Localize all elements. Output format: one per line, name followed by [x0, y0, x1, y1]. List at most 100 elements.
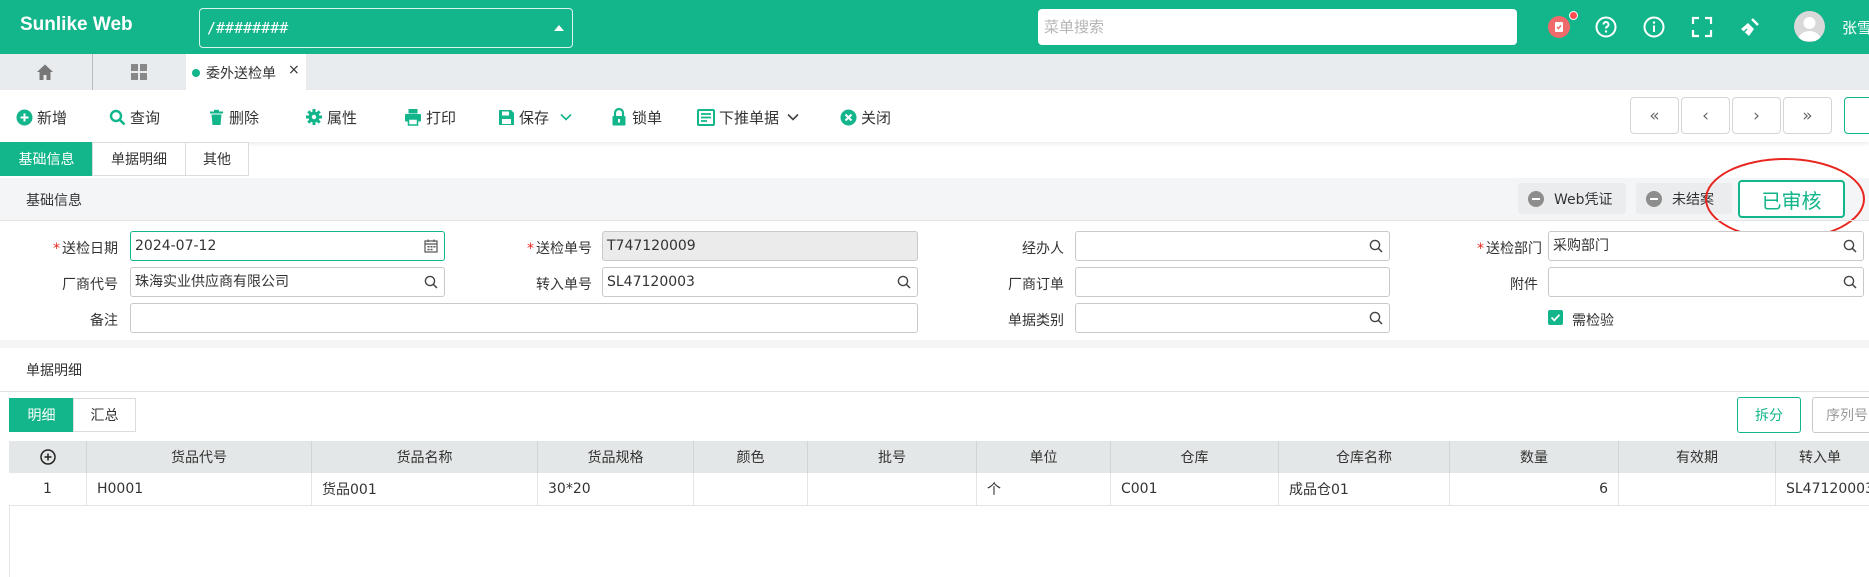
properties-button[interactable]: 属性: [305, 106, 357, 128]
notification-icon[interactable]: [1547, 15, 1571, 39]
close-tab-icon[interactable]: ×: [288, 62, 300, 78]
save-icon: [497, 108, 515, 126]
cell-color[interactable]: [694, 473, 808, 505]
inspect-dept-field[interactable]: 采购部门: [1548, 231, 1864, 261]
remark-label: 备注: [90, 313, 118, 329]
push-down-button[interactable]: 下推单据: [697, 106, 799, 128]
doc-type-label: 单据类别: [1008, 313, 1064, 329]
inspect-no-label: * 送检单号: [527, 241, 592, 257]
print-button[interactable]: 打印: [404, 106, 456, 128]
chevron-down-icon[interactable]: [560, 113, 572, 121]
section-tabs: 基础信息 单据明细 其他: [0, 142, 249, 178]
tab-other[interactable]: 其他: [185, 142, 249, 176]
vendor-code-field[interactable]: 珠海实业供应商有限公司: [130, 267, 445, 297]
vendor-order-label: 厂商订单: [1008, 277, 1064, 293]
remark-field[interactable]: [130, 303, 918, 333]
tab-detail[interactable]: 单据明细: [92, 142, 186, 176]
search-icon: [424, 275, 438, 289]
web-voucher-chip[interactable]: Web凭证: [1518, 183, 1626, 214]
search-icon: [1843, 275, 1857, 289]
top-bar: Sunlike Web /######## 张雪: [0, 0, 1869, 54]
column-header[interactable]: 货品代号: [87, 441, 312, 473]
cell-quantity[interactable]: 6: [1450, 473, 1619, 505]
attachment-label: 附件: [1510, 277, 1538, 293]
column-header[interactable]: 数量: [1450, 441, 1619, 473]
need-inspection-checkbox[interactable]: [1548, 310, 1563, 325]
delete-button[interactable]: 删除: [207, 106, 259, 128]
close-label: 关闭: [861, 108, 892, 127]
attachment-field[interactable]: [1548, 267, 1864, 297]
approved-stamp: 已审核: [1738, 180, 1845, 218]
cell-unit[interactable]: 个: [977, 473, 1111, 505]
username[interactable]: 张雪: [1842, 17, 1869, 38]
tab-detail-lines[interactable]: 明细: [9, 398, 74, 432]
cell-warehouse[interactable]: C001: [1111, 473, 1279, 505]
info-icon[interactable]: [1642, 15, 1666, 39]
column-header[interactable]: 货品规格: [538, 441, 694, 473]
cell-code[interactable]: H0001: [87, 473, 312, 505]
extra-toolbar-button[interactable]: [1844, 97, 1869, 134]
split-button[interactable]: 拆分: [1737, 397, 1801, 433]
clean-cache-icon[interactable]: [1738, 15, 1762, 39]
transfer-no-field[interactable]: SL47120003: [602, 267, 918, 297]
cell-transfer-no[interactable]: SL47120003: [1776, 473, 1869, 505]
plus-circle-icon: [15, 108, 33, 126]
avatar[interactable]: [1794, 11, 1825, 42]
detail-sub-tabs: 明细 汇总: [9, 398, 136, 432]
column-header[interactable]: 有效期: [1619, 441, 1776, 473]
help-icon[interactable]: [1594, 15, 1618, 39]
cell-warehouse-name[interactable]: 成品仓01: [1279, 473, 1450, 505]
column-header[interactable]: 颜色: [694, 441, 808, 473]
tab-apps[interactable]: [92, 54, 185, 90]
add-row-button[interactable]: [9, 441, 87, 473]
not-closed-chip[interactable]: 未结案: [1636, 183, 1732, 214]
cell-batch[interactable]: [808, 473, 977, 505]
print-label: 打印: [426, 108, 457, 127]
column-header[interactable]: 转入单: [1776, 441, 1869, 473]
previous-record-button[interactable]: ‹: [1681, 97, 1730, 134]
tab-outsource-inspection[interactable]: 委外送检单 ×: [186, 54, 306, 90]
close-button[interactable]: 关闭: [839, 106, 891, 128]
lock-button[interactable]: 锁单: [610, 106, 662, 128]
lock-label: 锁单: [632, 108, 663, 127]
lock-icon: [610, 108, 628, 126]
menu-search-input[interactable]: [1038, 9, 1517, 45]
path-select[interactable]: /########: [199, 8, 573, 48]
divider: [0, 391, 1869, 392]
not-closed-label: 未结案: [1672, 191, 1714, 208]
web-voucher-label: Web凭证: [1554, 191, 1613, 208]
cell-spec[interactable]: 30*20: [538, 473, 694, 505]
next-record-button[interactable]: ›: [1732, 97, 1781, 134]
tab-home[interactable]: [0, 54, 92, 90]
vendor-order-field[interactable]: [1075, 267, 1390, 297]
inspect-date-field[interactable]: 2024-07-12: [130, 231, 445, 261]
minus-circle-icon: [1646, 190, 1662, 207]
minus-circle-icon: [1528, 190, 1544, 207]
first-record-button[interactable]: «: [1630, 97, 1679, 134]
serial-number-button[interactable]: 序列号: [1812, 397, 1869, 433]
column-header[interactable]: 单位: [977, 441, 1111, 473]
tab-label: 委外送检单: [206, 66, 276, 82]
basic-info-title: 基础信息: [26, 193, 82, 209]
fullscreen-icon[interactable]: [1690, 15, 1714, 39]
need-inspection-label: 需检验: [1572, 313, 1614, 329]
handler-label: 经办人: [1022, 241, 1064, 257]
tab-summary[interactable]: 汇总: [73, 398, 136, 432]
handler-field[interactable]: [1075, 231, 1390, 261]
cell-expiry[interactable]: [1619, 473, 1776, 505]
detail-title: 单据明细: [26, 363, 82, 379]
column-header[interactable]: 仓库名称: [1279, 441, 1450, 473]
new-button[interactable]: 新增: [15, 106, 67, 128]
query-button[interactable]: 查询: [108, 106, 160, 128]
chevron-down-icon[interactable]: [787, 113, 799, 121]
column-header[interactable]: 仓库: [1111, 441, 1279, 473]
doc-type-field[interactable]: [1075, 303, 1390, 333]
calendar-icon: [424, 239, 438, 253]
tab-basic-info[interactable]: 基础信息: [0, 142, 93, 176]
save-button[interactable]: 保存: [497, 106, 572, 128]
table-row[interactable]: 1 H0001 货品001 30*20 个 C001 成品仓01 6 SL471…: [9, 473, 1869, 506]
last-record-button[interactable]: »: [1783, 97, 1832, 134]
column-header[interactable]: 货品名称: [312, 441, 538, 473]
column-header[interactable]: 批号: [808, 441, 977, 473]
cell-name[interactable]: 货品001: [312, 473, 538, 505]
